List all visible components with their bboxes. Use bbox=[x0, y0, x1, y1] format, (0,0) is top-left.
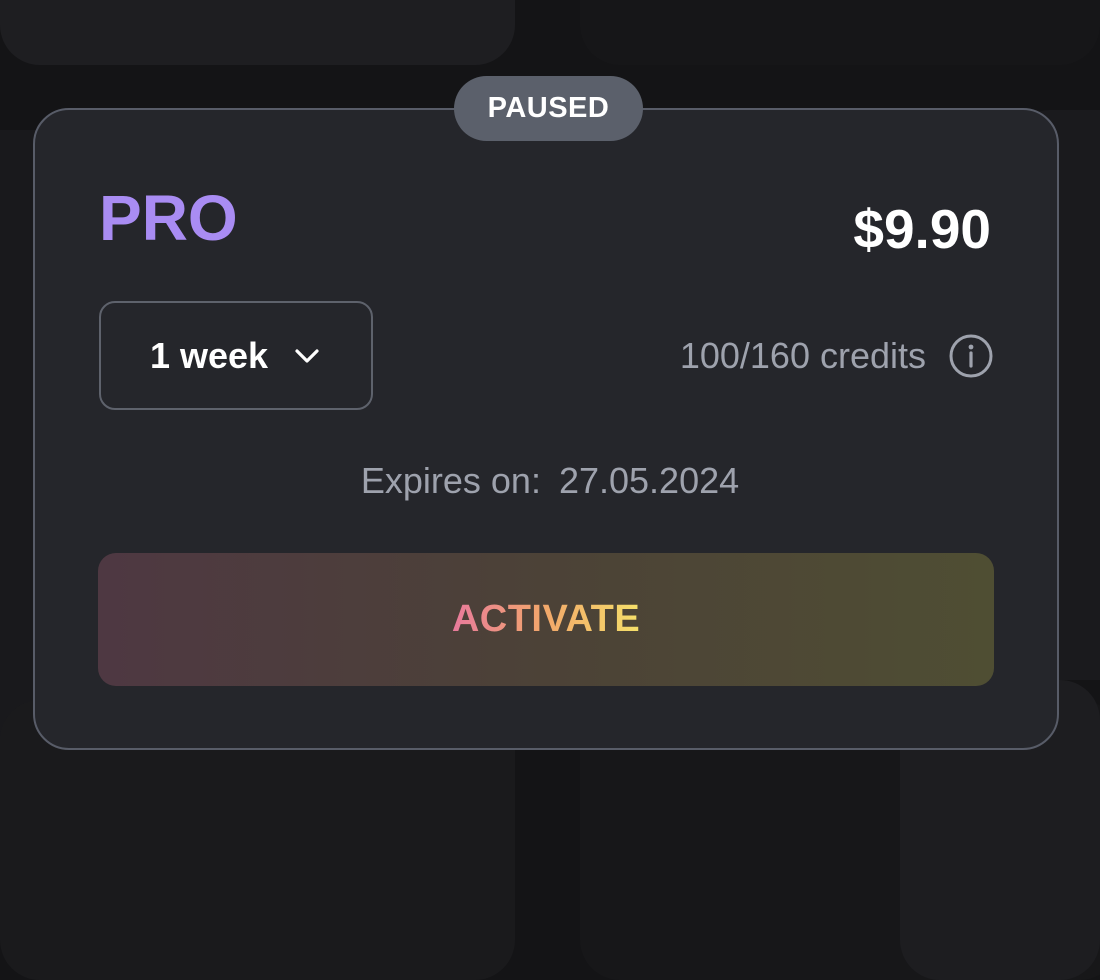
background-tile bbox=[0, 0, 515, 65]
credits-info: 100/160 credits bbox=[680, 333, 994, 379]
expires-date: 27.05.2024 bbox=[558, 460, 740, 501]
status-badge: PAUSED bbox=[454, 76, 643, 141]
info-icon[interactable] bbox=[948, 333, 994, 379]
expiry-info: Expires on: 27.05.2024 bbox=[0, 460, 1100, 502]
plan-price: $9.90 bbox=[853, 198, 991, 260]
chevron-down-icon bbox=[292, 341, 322, 371]
period-dropdown[interactable]: 1 week bbox=[99, 301, 373, 410]
credits-text: 100/160 credits bbox=[679, 335, 926, 376]
background-tile bbox=[580, 0, 1100, 65]
plan-name: PRO bbox=[99, 182, 238, 254]
activate-button-label: ACTIVATE bbox=[451, 598, 641, 640]
activate-button[interactable]: ACTIVATE bbox=[98, 553, 994, 686]
expires-label: Expires on: bbox=[360, 460, 541, 501]
period-dropdown-value: 1 week bbox=[149, 334, 269, 376]
